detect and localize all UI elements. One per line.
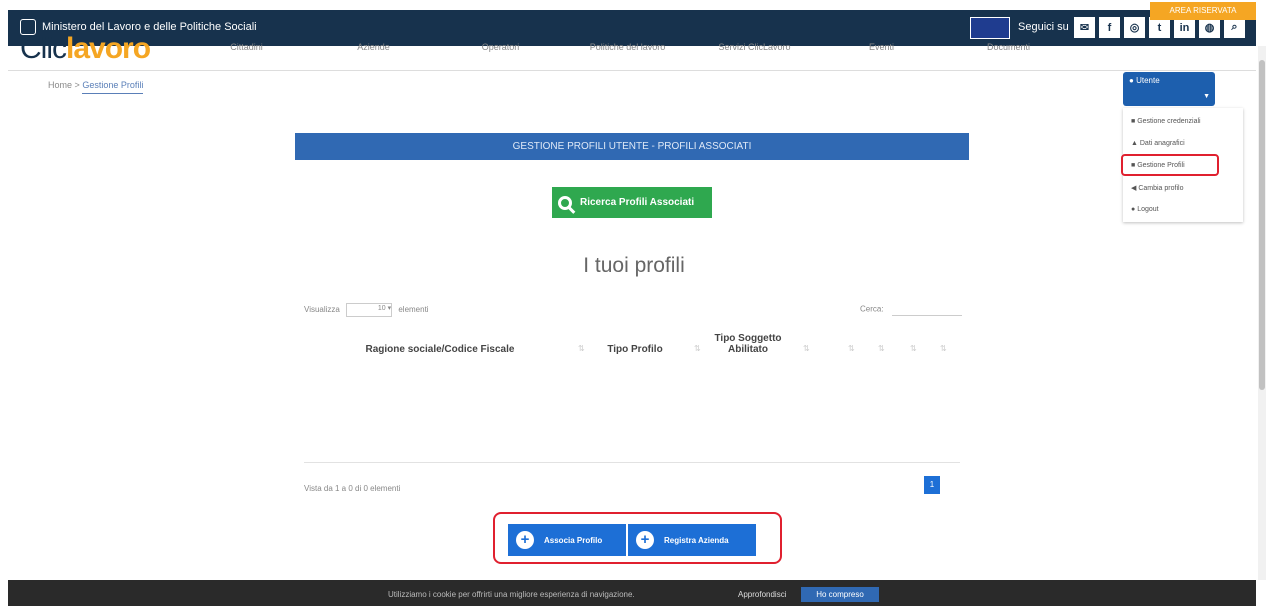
associa-profilo-label: Associa Profilo <box>544 535 603 545</box>
menu-item-label: Dati anagrafici <box>1139 140 1185 147</box>
site-header: Cliclavoro Cittadini Aziende Operatori P… <box>8 34 1256 71</box>
column-header-tipo-profilo[interactable]: Tipo Profilo <box>590 344 680 355</box>
breadcrumb-home[interactable]: Home <box>48 80 72 90</box>
person-icon: ▲ <box>1131 140 1140 147</box>
email-icon[interactable]: ✉ <box>1074 17 1095 38</box>
cookie-banner: Utilizziamo i cookie per offrirti una mi… <box>8 580 1256 606</box>
sort-icon[interactable]: ⇅ <box>578 344 585 353</box>
nav-item-documenti[interactable]: Documenti <box>945 42 1072 52</box>
table-info: Vista da 1 a 0 di 0 elementi <box>304 484 401 493</box>
chevron-down-icon: ▼ <box>1203 93 1210 100</box>
top-bar: Ministero del Lavoro e delle Politiche S… <box>8 10 1256 46</box>
filter-input[interactable] <box>891 303 962 316</box>
sort-icon[interactable]: ⇅ <box>940 344 947 353</box>
table-filter: Cerca: <box>860 303 962 316</box>
filter-label: Cerca: <box>860 304 884 314</box>
page-title: GESTIONE PROFILI UTENTE - PROFILI ASSOCI… <box>295 133 969 160</box>
ministry-name: Ministero del Lavoro e delle Politiche S… <box>42 21 257 33</box>
instagram-icon[interactable]: ◎ <box>1124 17 1145 38</box>
plus-circle-icon: + <box>516 531 534 549</box>
cookie-more-link[interactable]: Approfondisci <box>738 590 786 599</box>
social-links: ✉ f ◎ t in ◍ ⌕ <box>1074 17 1245 38</box>
sort-icon[interactable]: ⇅ <box>910 344 917 353</box>
page-length-control: Visualizza 10 ▾ elementi <box>304 303 429 317</box>
search-profiles-button[interactable]: Ricerca Profili Associati <box>552 187 712 218</box>
breadcrumb: Home > Gestione Profili <box>48 80 144 94</box>
sort-icon[interactable]: ⇅ <box>878 344 885 353</box>
flickr-icon[interactable]: ◍ <box>1199 17 1220 38</box>
logo-accent: lavoro <box>66 34 151 60</box>
breadcrumb-separator: > <box>74 80 80 90</box>
nav-item-aziende[interactable]: Aziende <box>310 42 437 52</box>
sort-icon[interactable]: ⇅ <box>803 344 810 353</box>
nav-item-servizi[interactable]: Servizi ClicLavoro <box>691 42 818 52</box>
twitter-icon[interactable]: t <box>1149 17 1170 38</box>
cookie-text: Utilizziamo i cookie per offrirti una mi… <box>388 590 635 599</box>
logo-main: Clic <box>20 34 67 60</box>
breadcrumb-current: Gestione Profili <box>82 80 144 94</box>
profiles-heading: I tuoi profili <box>583 254 685 277</box>
menu-item-label: Cambia profilo <box>1138 185 1184 192</box>
column-header-ragione-sociale[interactable]: Ragione sociale/Codice Fiscale <box>340 344 540 355</box>
associa-profilo-button[interactable]: + Associa Profilo <box>508 524 626 556</box>
eu-flag-icon <box>970 17 1010 39</box>
table-divider <box>304 462 960 463</box>
menu-item-label: Gestione credenziali <box>1137 118 1201 125</box>
user-menu-button[interactable]: ● Utente ▼ <box>1123 72 1215 106</box>
highlight-box-menu <box>1121 154 1219 176</box>
nav-item-operatori[interactable]: Operatori <box>437 42 564 52</box>
registra-azienda-button[interactable]: + Registra Azienda <box>628 524 756 556</box>
page-length-value: 10 <box>377 305 386 312</box>
search-icon <box>558 195 572 210</box>
menu-item-label: Logout <box>1137 206 1159 213</box>
search-profiles-label: Ricerca Profili Associati <box>580 197 695 208</box>
area-riservata-button[interactable]: AREA RISERVATA <box>1150 2 1256 20</box>
menu-item-logout[interactable]: ● Logout <box>1123 206 1243 213</box>
main-nav: Cittadini Aziende Operatori Politiche de… <box>183 42 1072 52</box>
registra-azienda-label: Registra Azienda <box>664 535 729 545</box>
scrollbar-thumb[interactable] <box>1259 60 1265 390</box>
sort-icon[interactable]: ⇅ <box>694 344 701 353</box>
column-header-tipo-soggetto[interactable]: Tipo Soggetto Abilitato <box>708 333 788 355</box>
menu-item-credentials[interactable]: ■ Gestione credenziali <box>1123 118 1243 125</box>
cookie-accept-button[interactable]: Ho compreso <box>801 587 879 602</box>
length-suffix: elementi <box>398 305 429 315</box>
plus-circle-icon: + <box>636 531 654 549</box>
linkedin-icon[interactable]: in <box>1174 17 1195 38</box>
menu-item-cambia-profilo[interactable]: ◀ Cambia profilo <box>1123 184 1243 192</box>
nav-item-cittadini[interactable]: Cittadini <box>183 42 310 52</box>
menu-item-anagrafica[interactable]: ▲ Dati anagrafici <box>1123 140 1243 147</box>
user-name: Utente <box>1136 76 1160 85</box>
search-icon[interactable]: ⌕ <box>1224 17 1245 38</box>
ministry-link[interactable]: Ministero del Lavoro e delle Politiche S… <box>20 19 257 35</box>
follow-us-label: Seguici su <box>1018 21 1069 33</box>
page-length-select[interactable]: 10 ▾ <box>346 303 393 317</box>
pagination-page-button[interactable]: 1 <box>924 476 940 494</box>
cliclavoro-logo[interactable]: Cliclavoro <box>20 34 150 60</box>
length-label: Visualizza <box>304 305 340 315</box>
facebook-icon[interactable]: f <box>1099 17 1120 38</box>
nav-item-politiche[interactable]: Politiche del lavoro <box>564 42 691 52</box>
nav-item-eventi[interactable]: Eventi <box>818 42 945 52</box>
sort-icon[interactable]: ⇅ <box>848 344 855 353</box>
user-icon: ● <box>1129 76 1134 85</box>
republic-emblem-icon <box>20 19 36 35</box>
